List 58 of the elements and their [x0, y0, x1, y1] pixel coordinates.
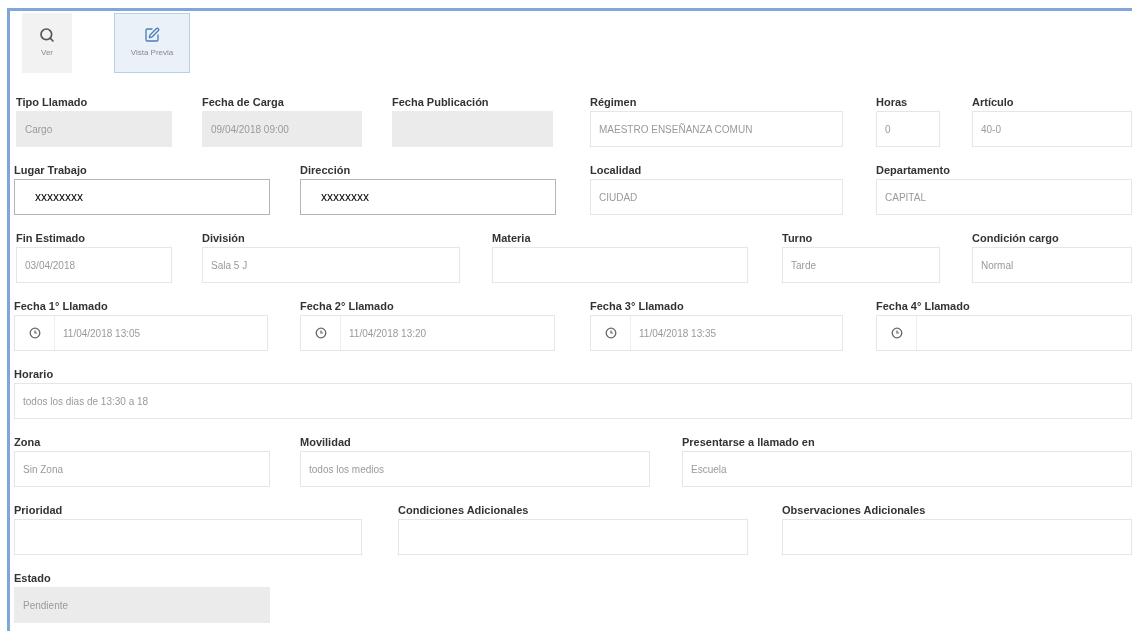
input-field[interactable]: 03/04/2018	[16, 247, 172, 283]
clock-icon	[890, 327, 903, 339]
field-label: Horario	[14, 367, 55, 382]
toolbar-button[interactable]: Ver	[22, 13, 72, 73]
field-label: Condiciones Adicionales	[398, 503, 530, 518]
input-field[interactable]: todos los dias de 13:30 a 18	[14, 383, 1132, 419]
input-field[interactable]	[782, 519, 1132, 555]
field-label: Materia	[492, 231, 532, 246]
field-label: Lugar Trabajo	[14, 163, 88, 178]
input-field[interactable]: xxxxxxxx	[14, 179, 270, 215]
datetime-field[interactable]: 11/04/2018 13:35	[590, 315, 843, 351]
clock-icon	[314, 327, 327, 339]
input-field[interactable]: MAESTRO ENSEÑANZA COMUN	[590, 111, 843, 147]
field-label: Régimen	[590, 95, 638, 110]
input-field[interactable]: 40-0	[972, 111, 1132, 147]
input-field[interactable]: CIUDAD	[590, 179, 843, 215]
field-label: Departamento	[876, 163, 951, 178]
field-label: División	[202, 231, 246, 246]
search-icon	[39, 27, 55, 43]
field-label: Turno	[782, 231, 814, 246]
input-field[interactable]: todos los medios	[300, 451, 650, 487]
field-label: Tipo Llamado	[16, 95, 89, 110]
input-field[interactable]	[14, 519, 362, 555]
field-label: Fecha 1° Llamado	[14, 299, 109, 314]
input-field[interactable]	[398, 519, 748, 555]
datetime-field[interactable]: 11/04/2018 13:05	[14, 315, 268, 351]
field-label: Fecha 3° Llamado	[590, 299, 685, 314]
field-label: Fecha Publicación	[392, 95, 490, 110]
datetime-field[interactable]	[876, 315, 1132, 351]
field-label: Estado	[14, 571, 52, 586]
field-label: Presentarse a llamado en	[682, 435, 816, 450]
field-label: Dirección	[300, 163, 352, 178]
field-label: Fecha 4° Llamado	[876, 299, 971, 314]
field-label: Fin Estimado	[16, 231, 87, 246]
field-label: Artículo	[972, 95, 1015, 110]
clock-icon	[28, 327, 41, 339]
input-field[interactable]	[492, 247, 748, 283]
field-label: Condición cargo	[972, 231, 1060, 246]
input-field[interactable]: Normal	[972, 247, 1132, 283]
field-label: Observaciones Adicionales	[782, 503, 927, 518]
datetime-field[interactable]: 11/04/2018 13:20	[300, 315, 555, 351]
input-field[interactable]: CAPITAL	[876, 179, 1132, 215]
input-field[interactable]: Escuela	[682, 451, 1132, 487]
field-label: Prioridad	[14, 503, 64, 518]
input-field[interactable]: Sala 5 J	[202, 247, 460, 283]
clock-icon	[604, 327, 617, 339]
field-label: Movilidad	[300, 435, 352, 450]
field-label: Localidad	[590, 163, 643, 178]
field-label: Horas	[876, 95, 909, 110]
field-label: Fecha 2° Llamado	[300, 299, 395, 314]
field-label: Fecha de Carga	[202, 95, 285, 110]
edit-icon	[144, 27, 160, 43]
field-label: Zona	[14, 435, 42, 450]
input-field[interactable]: xxxxxxxx	[300, 179, 556, 215]
input-field[interactable]: Tarde	[782, 247, 940, 283]
input-field[interactable]: Sin Zona	[14, 451, 270, 487]
input-field[interactable]: 0	[876, 111, 940, 147]
toolbar-button[interactable]: Vista Previa	[114, 13, 190, 73]
